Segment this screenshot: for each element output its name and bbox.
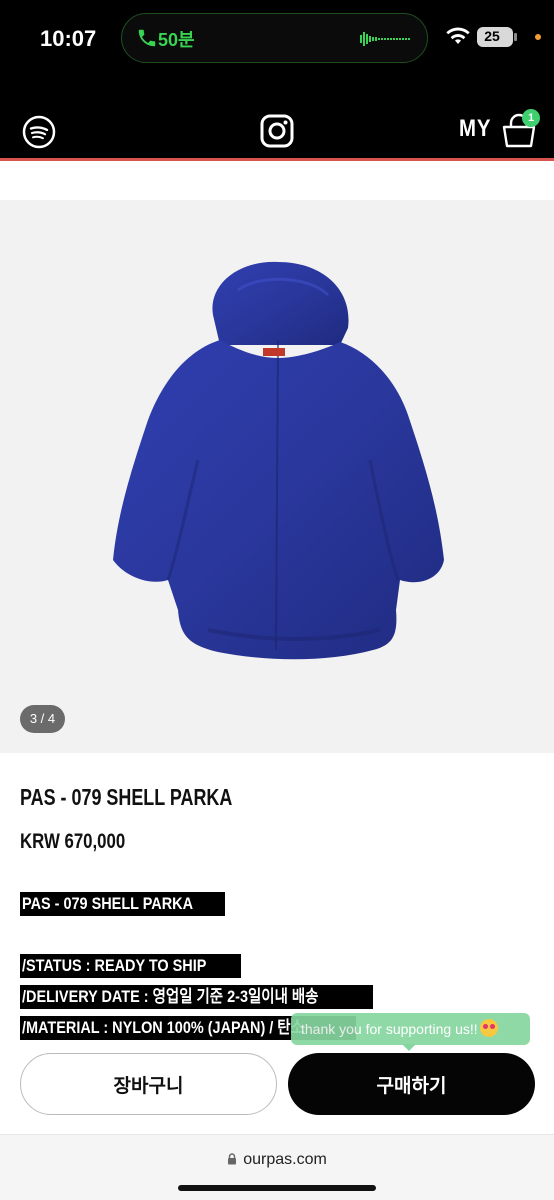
buy-now-button[interactable]: 구매하기 (288, 1053, 535, 1115)
url-display[interactable]: ourpas.com (0, 1151, 554, 1169)
description-line: PAS - 079 SHELL PARKA (20, 892, 226, 916)
privacy-dot (535, 34, 541, 40)
active-call-pill[interactable]: 50분 (121, 13, 428, 63)
home-indicator[interactable] (178, 1185, 376, 1191)
url-text: ourpas.com (243, 1151, 327, 1168)
cart-count-badge: 1 (522, 109, 540, 127)
product-price: KRW 670,000 (20, 830, 126, 853)
description-line: /DELIVERY DATE : 영업일 기준 2-3일이내 배송 (20, 985, 373, 1009)
lock-icon (228, 1153, 237, 1165)
browser-url-bar[interactable]: ourpas.com (0, 1134, 554, 1200)
bottom-action-bar: 장바구니 구매하기 (0, 1040, 554, 1134)
product-image (113, 261, 444, 660)
description-title: PAS - 079 SHELL PARKA (22, 894, 194, 913)
description-status: /STATUS : READY TO SHIP (22, 956, 207, 975)
add-to-cart-button[interactable]: 장바구니 (20, 1053, 277, 1115)
description-line: /STATUS : READY TO SHIP (20, 954, 241, 978)
support-tooltip: thank you for supporting us!! (291, 1013, 530, 1045)
heart-eyes-emoji-icon (479, 1019, 498, 1037)
top-header: 10:07 50분 25 MY 1 (0, 0, 554, 158)
spotify-icon[interactable] (22, 115, 56, 149)
audio-wave-icon (360, 32, 410, 46)
my-account-link[interactable]: MY (459, 115, 491, 143)
tooltip-text: thank you for supporting us!! (301, 1021, 478, 1037)
phone-icon (138, 29, 156, 47)
description-material: /MATERIAL : NYLON 100% (JAPAN) / 탄소 (22, 1018, 304, 1037)
product-image-carousel[interactable]: 3 / 4 (0, 200, 554, 753)
battery-level: 25 (484, 28, 500, 44)
instagram-icon[interactable] (259, 113, 295, 149)
image-counter: 3 / 4 (20, 705, 65, 733)
wifi-icon (446, 27, 470, 44)
battery-indicator: 25 (477, 27, 513, 47)
call-duration: 50분 (158, 30, 195, 50)
header-divider (0, 158, 554, 161)
product-title: PAS - 079 SHELL PARKA (20, 784, 233, 810)
tooltip-tail (402, 1044, 416, 1051)
status-time: 10:07 (40, 26, 97, 51)
battery-tip (514, 33, 517, 41)
description-delivery: /DELIVERY DATE : 영업일 기준 2-3일이내 배송 (22, 987, 319, 1006)
